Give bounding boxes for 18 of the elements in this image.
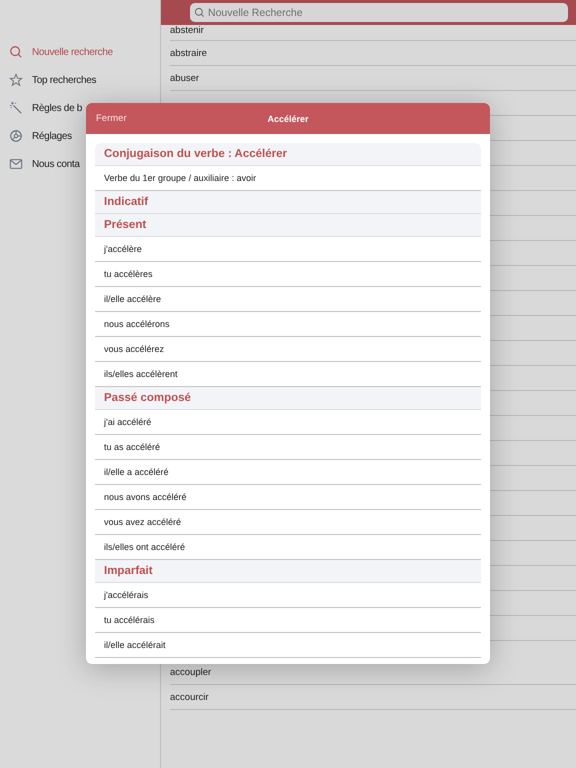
section-heading: Indicatif	[95, 191, 481, 214]
magic-wand-icon	[9, 101, 23, 115]
list-item[interactable]: abuser	[170, 66, 576, 91]
search-icon	[194, 7, 205, 18]
search-icon	[9, 45, 23, 59]
close-button[interactable]: Fermer	[96, 113, 127, 124]
list-item[interactable]: abstenir	[170, 25, 576, 41]
dialog-title: Accélérer	[267, 114, 309, 124]
envelope-icon	[9, 157, 23, 171]
section-heading: Conjugaison du verbe : Accélérer	[95, 143, 481, 166]
sidebar-item[interactable]: Nouvelle recherche	[0, 38, 160, 66]
star-icon	[9, 73, 23, 87]
sidebar-item[interactable]: Top recherches	[0, 66, 160, 94]
section-heading: Présent	[95, 214, 481, 237]
list-item[interactable]: abstraire	[170, 41, 576, 66]
section-heading: Passé composé	[95, 387, 481, 410]
section-heading: Imparfait	[95, 560, 481, 583]
list-item[interactable]: accourcir	[170, 685, 576, 710]
